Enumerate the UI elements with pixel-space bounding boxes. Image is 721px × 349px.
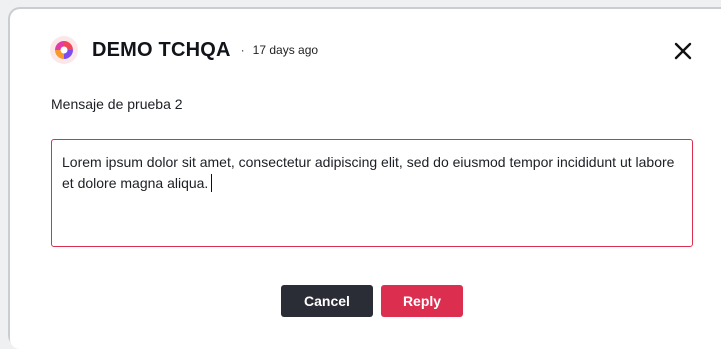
separator-dot: · (240, 43, 245, 57)
close-icon (674, 42, 692, 60)
message-text: Mensaje de prueba 2 (51, 96, 183, 112)
reply-button[interactable]: Reply (381, 285, 463, 317)
cancel-button[interactable]: Cancel (281, 285, 373, 317)
reply-text: Lorem ipsum dolor sit amet, consectetur … (62, 154, 675, 191)
close-button[interactable] (672, 40, 694, 62)
text-caret (211, 174, 213, 192)
reply-textarea[interactable]: Lorem ipsum dolor sit amet, consectetur … (51, 139, 693, 247)
post-header: DEMO TCHQA · 17 days ago (50, 36, 318, 64)
colorful-logo-icon (55, 41, 73, 59)
timestamp: 17 days ago (252, 43, 319, 57)
avatar[interactable] (50, 36, 78, 64)
username[interactable]: DEMO TCHQA (92, 39, 231, 62)
